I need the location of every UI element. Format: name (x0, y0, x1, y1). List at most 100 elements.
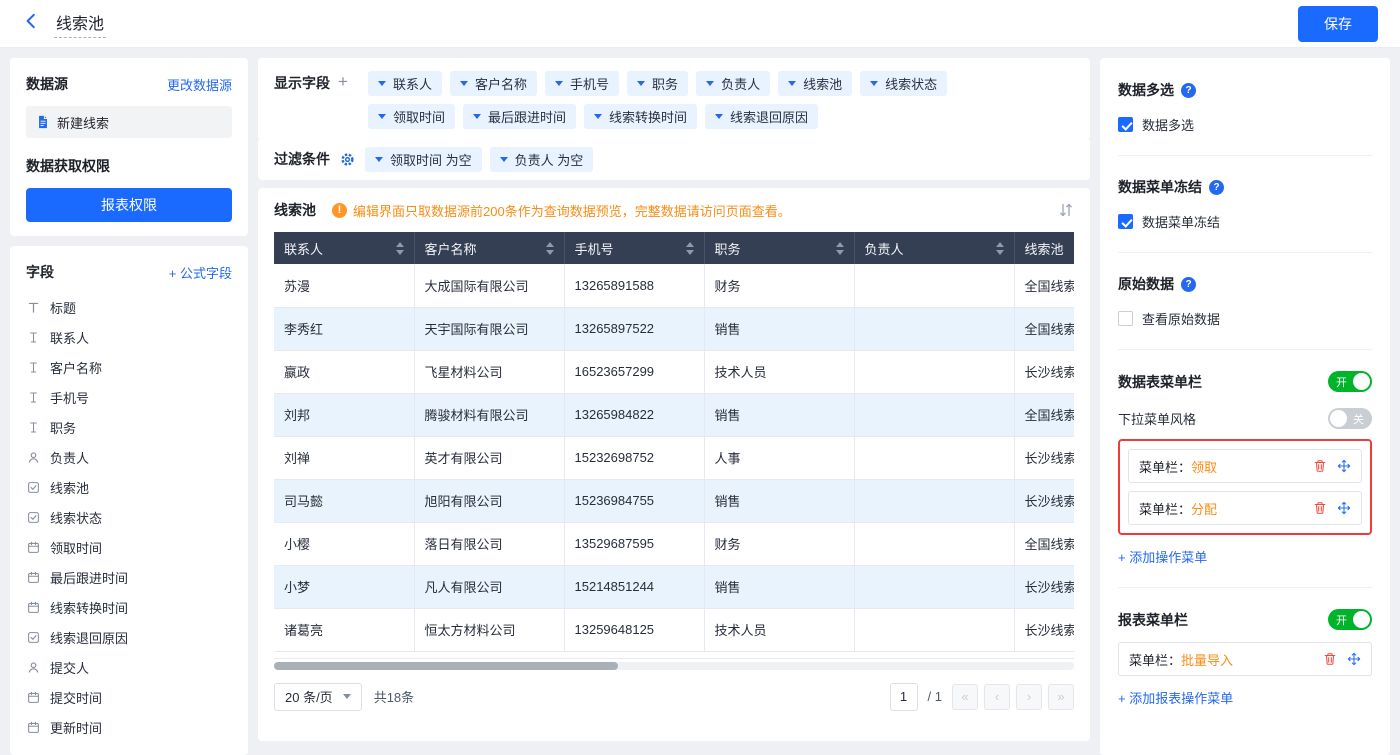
add-display-field-button[interactable]: + (338, 73, 348, 90)
cell: 全国线索池 (1014, 522, 1074, 565)
field-item[interactable]: 客户名称 (26, 352, 232, 382)
table-row[interactable]: 刘禅英才有限公司15232698752人事长沙线索池 (274, 436, 1074, 479)
dropdown-style-toggle[interactable]: 关 (1328, 408, 1372, 429)
cell: 飞星材料公司 (414, 350, 564, 393)
calendar-icon (26, 541, 41, 554)
highlighted-menu-group: 菜单栏：领取菜单栏：分配 (1118, 439, 1372, 535)
menu-item-label: 菜单栏：分配 (1139, 499, 1217, 518)
sort-arrows-icon[interactable] (988, 242, 1004, 255)
page-total-label: / 1 (928, 689, 942, 704)
filter-chip[interactable]: 负责人 为空 (490, 147, 594, 172)
help-icon[interactable]: ? (1181, 83, 1196, 98)
last-page-button[interactable]: » (1048, 684, 1074, 710)
field-item[interactable]: 更新时间 (26, 712, 232, 742)
chevron-down-icon (343, 694, 351, 699)
filter-chip[interactable]: 领取时间 为空 (365, 147, 482, 172)
gear-icon[interactable] (340, 152, 355, 167)
table-menu-toggle[interactable]: 开 (1328, 371, 1372, 392)
report-menu-toggle[interactable]: 开 (1328, 609, 1372, 630)
field-item[interactable]: 职务 (26, 412, 232, 442)
display-field-chip[interactable]: 线索状态 (860, 71, 947, 96)
display-field-chip[interactable]: 线索转换时间 (584, 104, 697, 129)
delete-icon[interactable] (1313, 459, 1327, 473)
display-field-chip[interactable]: 领取时间 (368, 104, 455, 129)
move-icon[interactable] (1347, 652, 1361, 666)
table-header-row: 联系人客户名称手机号职务负责人线索池 (274, 232, 1074, 264)
display-field-chip[interactable]: 负责人 (696, 71, 770, 96)
add-report-action-menu-link[interactable]: + 添加报表操作菜单 (1118, 688, 1372, 707)
multi-select-section-title: 数据多选 ? (1118, 80, 1372, 100)
column-header[interactable]: 线索池 (1014, 232, 1074, 264)
display-field-chip[interactable]: 最后跟进时间 (463, 104, 576, 129)
current-page-input[interactable]: 1 (890, 683, 918, 711)
change-datasource-link[interactable]: 更改数据源 (167, 75, 232, 94)
table-row[interactable]: 苏漫大成国际有限公司13265891588财务全国线索池 (274, 264, 1074, 307)
cell: 刘邦 (274, 393, 414, 436)
delete-icon[interactable] (1323, 652, 1337, 666)
table-row[interactable]: 嬴政飞星材料公司16523657299技术人员长沙线索池 (274, 350, 1074, 393)
field-item[interactable]: 线索状态 (26, 502, 232, 532)
display-field-chip[interactable]: 线索池 (778, 71, 852, 96)
sort-order-button[interactable] (1058, 202, 1074, 218)
raw-data-checkbox-row[interactable]: 查看原始数据 (1118, 309, 1372, 328)
help-icon[interactable]: ? (1181, 277, 1196, 292)
column-header[interactable]: 客户名称 (414, 232, 564, 264)
raw-data-section-title: 原始数据 ? (1118, 274, 1372, 294)
help-icon[interactable]: ? (1209, 180, 1224, 195)
table-row[interactable]: 刘邦腾骏材料有限公司13265984822销售全国线索池 (274, 393, 1074, 436)
field-item[interactable]: 线索转换时间 (26, 592, 232, 622)
datasource-item[interactable]: 新建线索 (26, 106, 232, 138)
move-icon[interactable] (1337, 501, 1351, 515)
sort-arrows-icon[interactable] (538, 242, 554, 255)
checkbox[interactable] (1118, 311, 1133, 326)
column-header[interactable]: 负责人 (854, 232, 1014, 264)
field-item[interactable]: 手机号 (26, 382, 232, 412)
back-button[interactable] (22, 12, 40, 35)
horizontal-scrollbar[interactable] (274, 662, 1074, 670)
cell: 凡人有限公司 (414, 565, 564, 608)
page-size-select[interactable]: 20 条/页 (274, 683, 362, 711)
field-item[interactable]: 最后跟进时间 (26, 562, 232, 592)
checkbox[interactable] (1118, 214, 1133, 229)
sort-arrows-icon[interactable] (388, 242, 404, 255)
add-action-menu-link[interactable]: + 添加操作菜单 (1118, 547, 1372, 566)
next-page-button[interactable]: › (1016, 684, 1042, 710)
checkbox[interactable] (1118, 117, 1133, 132)
page-title[interactable]: 线索池 (54, 10, 106, 38)
display-field-chip[interactable]: 客户名称 (450, 71, 537, 96)
column-header[interactable]: 职务 (704, 232, 854, 264)
toggle-knob (1353, 611, 1370, 628)
table-row[interactable]: 司马懿旭阳有限公司15236984755销售长沙线索池 (274, 479, 1074, 522)
scrollbar-thumb[interactable] (274, 662, 618, 670)
display-field-chip[interactable]: 线索退回原因 (705, 104, 818, 129)
field-item[interactable]: 线索退回原因 (26, 622, 232, 652)
cell: 15232698752 (564, 436, 704, 479)
multi-select-checkbox-row[interactable]: 数据多选 (1118, 115, 1372, 134)
sort-arrows-icon[interactable] (678, 242, 694, 255)
menu-freeze-checkbox-row[interactable]: 数据菜单冻结 (1118, 212, 1372, 231)
move-icon[interactable] (1337, 459, 1351, 473)
save-button[interactable]: 保存 (1298, 6, 1378, 42)
add-formula-field-link[interactable]: + 公式字段 (169, 263, 232, 282)
delete-icon[interactable] (1313, 501, 1327, 515)
display-field-chip[interactable]: 手机号 (545, 71, 619, 96)
field-item[interactable]: 负责人 (26, 442, 232, 472)
field-item[interactable]: 线索池 (26, 472, 232, 502)
field-item[interactable]: 领取时间 (26, 532, 232, 562)
column-header[interactable]: 联系人 (274, 232, 414, 264)
display-field-chip[interactable]: 职务 (627, 71, 688, 96)
prev-page-button[interactable]: ‹ (984, 684, 1010, 710)
report-permission-button[interactable]: 报表权限 (26, 188, 232, 222)
display-field-chip[interactable]: 联系人 (368, 71, 442, 96)
table-row[interactable]: 小梦凡人有限公司15214851244销售长沙线索池 (274, 565, 1074, 608)
table-row[interactable]: 李秀红天宇国际有限公司13265897522销售全国线索池 (274, 307, 1074, 350)
table-row[interactable]: 诸葛亮恒太方材料公司13259648125技术人员长沙线索池 (274, 608, 1074, 651)
table-row[interactable]: 小樱落日有限公司13529687595财务全国线索池 (274, 522, 1074, 565)
field-item[interactable]: 提交人 (26, 652, 232, 682)
field-item[interactable]: 标题 (26, 292, 232, 322)
field-item[interactable]: 提交时间 (26, 682, 232, 712)
field-item[interactable]: 联系人 (26, 322, 232, 352)
column-header[interactable]: 手机号 (564, 232, 704, 264)
sort-arrows-icon[interactable] (828, 242, 844, 255)
first-page-button[interactable]: « (952, 684, 978, 710)
